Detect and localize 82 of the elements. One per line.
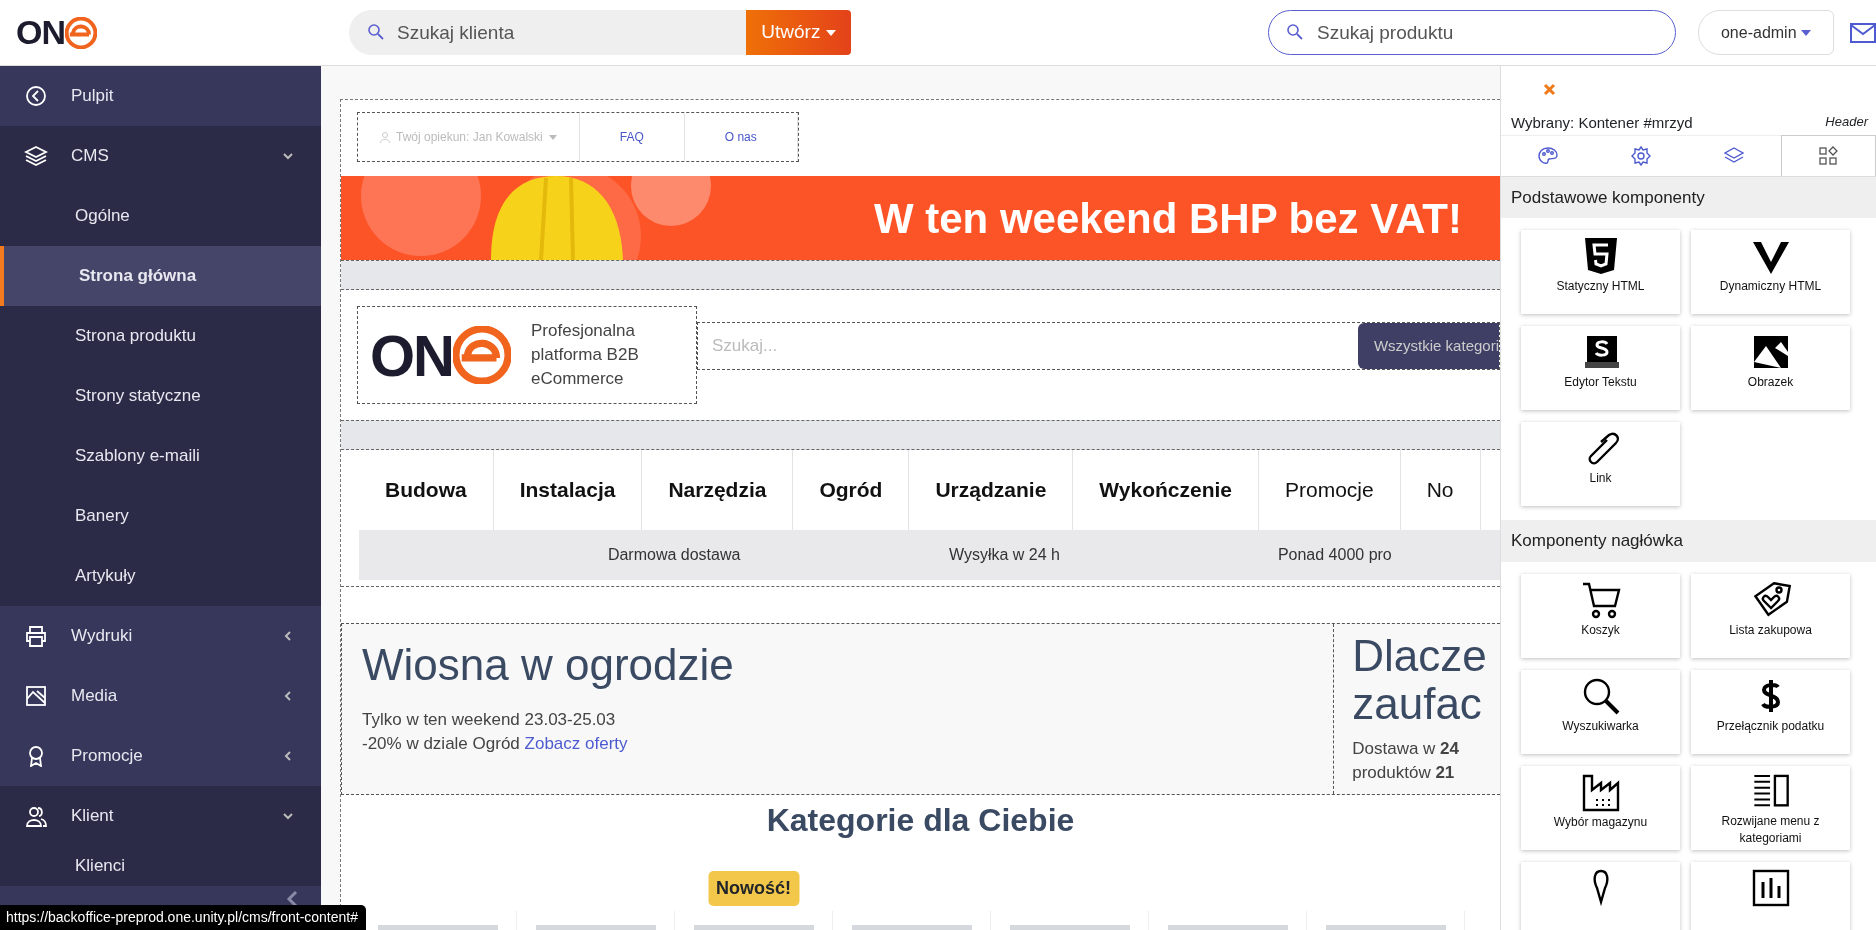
search-icon [367, 23, 385, 41]
component-tile[interactable]: Wyszukiwarka [1521, 669, 1680, 754]
nav-link[interactable]: FAQ [579, 113, 685, 161]
logo-e-icon [65, 16, 97, 49]
client-search-field[interactable]: Szukaj klienta [349, 10, 746, 55]
why-text: Dostawa w 24 [1352, 737, 1461, 760]
close-icon [1543, 83, 1556, 97]
mail-icon [1850, 22, 1876, 43]
logo-e-icon [453, 326, 511, 384]
sidebar-subitem[interactable]: Szablony e-maili [0, 426, 321, 486]
sidebar-item[interactable]: Media [0, 666, 321, 726]
section-title: zaufac [1352, 680, 1482, 729]
benefit-text: Darmowa dostawa [607, 545, 741, 565]
users-icon [24, 805, 48, 827]
context-label: Header [1825, 113, 1868, 131]
component-tile[interactable]: Edytor Tekstu [1521, 326, 1680, 410]
component-tile[interactable]: Obrazek [1691, 326, 1850, 410]
component-tile[interactable]: Wybór magazynu [1521, 765, 1680, 850]
panel-tab[interactable] [1780, 134, 1876, 176]
sidebar-subitem[interactable]: Banery [0, 486, 321, 546]
component-tile[interactable]: Link [1521, 422, 1680, 506]
caret-icon [1801, 30, 1811, 37]
chevron-icon [283, 691, 293, 701]
category-dropdown-button[interactable]: Wszystkie kategori [1357, 323, 1499, 369]
settings-icon [1630, 145, 1651, 166]
sidebar-item[interactable]: Wydruki [0, 606, 321, 666]
sidebar-subitem[interactable]: Strona główna [0, 246, 321, 306]
caret-icon [548, 134, 557, 140]
components-icon [1818, 145, 1839, 166]
chevron-icon [283, 151, 293, 161]
why-text: produktów 21 [1352, 761, 1456, 784]
sidebar-subitem[interactable]: Klienci [0, 846, 321, 886]
offer-link[interactable]: Zobacz oferty [524, 733, 628, 753]
promo-text: Tylko w ten weekend 23.03-25.03 [362, 709, 617, 731]
component-tile[interactable]: Przełącznik podatku [1691, 669, 1850, 754]
palette-icon [1537, 145, 1558, 166]
printer-icon [24, 625, 48, 647]
chevron-icon [283, 631, 293, 641]
categories-heading: Kategorie dla Ciebie [765, 801, 1076, 840]
sidebar-subitem[interactable]: Strona produktu [0, 306, 321, 366]
layers-icon [24, 145, 48, 167]
component-tile[interactable]: Lista zakupowa [1691, 573, 1850, 658]
section-header: Komponenty nagłówka [1501, 520, 1876, 562]
collapse-icon [285, 890, 299, 908]
banner-headline: W ten weekend BHP bez VAT! [873, 193, 1462, 244]
user-menu-button[interactable]: one-admin [1698, 10, 1834, 55]
nav-link[interactable]: O nas [684, 113, 798, 161]
new-badge: Nowość! [708, 871, 799, 907]
dashboard-icon [24, 85, 48, 107]
component-tile[interactable] [1691, 861, 1850, 930]
sidebar-subitem[interactable]: Artykuły [0, 546, 321, 606]
chevron-icon [283, 811, 293, 821]
sidebar-subitem[interactable]: Strony statyczne [0, 366, 321, 426]
benefit-text: Ponad 4000 pro [1277, 545, 1392, 565]
sidebar-item[interactable]: Klient [0, 786, 321, 846]
image-icon [24, 685, 48, 707]
store-search-field[interactable]: Szukaj... Wszystkie kategori [697, 322, 1500, 370]
sidebar-item[interactable]: Promocje [0, 726, 321, 786]
promo-text: -20% w dziale Ogród Zobacz oferty [362, 732, 629, 755]
component-tile[interactable]: Rozwijane menu z kategoriami [1691, 765, 1850, 850]
section-header: Podstawowe komponenty [1501, 176, 1876, 218]
sidebar-item[interactable]: Pulpit [0, 66, 321, 126]
logo-text: ON [16, 12, 65, 53]
sidebar-subitem[interactable]: Ogólne [0, 186, 321, 246]
component-tile[interactable] [1521, 861, 1680, 930]
promo-title: Wiosna w ogrodzie [362, 639, 735, 691]
store-tagline: Profesjonalna platforma B2B eCommerce [531, 320, 640, 390]
store-logo-text: ON [370, 321, 453, 390]
product-search-field[interactable]: Szukaj produktu [1268, 10, 1676, 55]
selected-element-label: Wybrany: Kontener #mrzyd [1511, 113, 1693, 133]
benefit-text: Wysyłka w 24 h [949, 545, 1060, 565]
status-url: https://backoffice-preprod.one.unity.pl/cms/front-content# [0, 905, 366, 930]
sidebar-item[interactable]: CMS [0, 126, 321, 186]
caret-icon [825, 30, 836, 37]
layers-icon [1724, 145, 1745, 166]
search-icon [1286, 23, 1304, 41]
component-tile[interactable]: Dynamiczny HTML [1691, 230, 1850, 314]
user-icon [380, 131, 390, 143]
frame-icon [1750, 867, 1791, 908]
component-tile[interactable]: Statyczny HTML [1521, 230, 1680, 314]
chevron-icon [283, 751, 293, 761]
component-tile[interactable]: Koszyk [1521, 573, 1680, 658]
